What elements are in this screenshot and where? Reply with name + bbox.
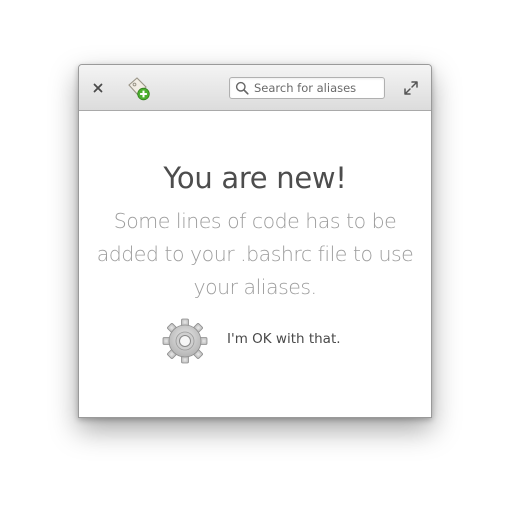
close-button[interactable] xyxy=(87,77,109,99)
welcome-view: You are new! Some lines of code has to b… xyxy=(79,111,431,417)
maximize-button[interactable] xyxy=(401,78,421,98)
close-icon xyxy=(93,83,103,93)
welcome-description: Some lines of code has to be added to yo… xyxy=(79,205,431,304)
ok-button-label: I'm OK with that. xyxy=(227,331,341,347)
description-line: your aliases. xyxy=(193,275,317,299)
app-window: You are new! Some lines of code has to b… xyxy=(78,64,432,418)
maximize-icon xyxy=(404,81,418,95)
description-line: added to your .bashrc file to use xyxy=(96,242,414,266)
search-input[interactable] xyxy=(254,78,382,98)
header-bar xyxy=(79,65,431,111)
description-line: Some lines of code has to be xyxy=(113,209,397,233)
welcome-title: You are new! xyxy=(163,161,347,195)
add-alias-icon xyxy=(128,77,150,101)
ok-button[interactable]: I'm OK with that. xyxy=(161,317,361,365)
gear-icon xyxy=(162,318,208,364)
search-field[interactable] xyxy=(229,77,385,99)
add-alias-button[interactable] xyxy=(125,75,153,103)
search-icon xyxy=(235,81,249,95)
